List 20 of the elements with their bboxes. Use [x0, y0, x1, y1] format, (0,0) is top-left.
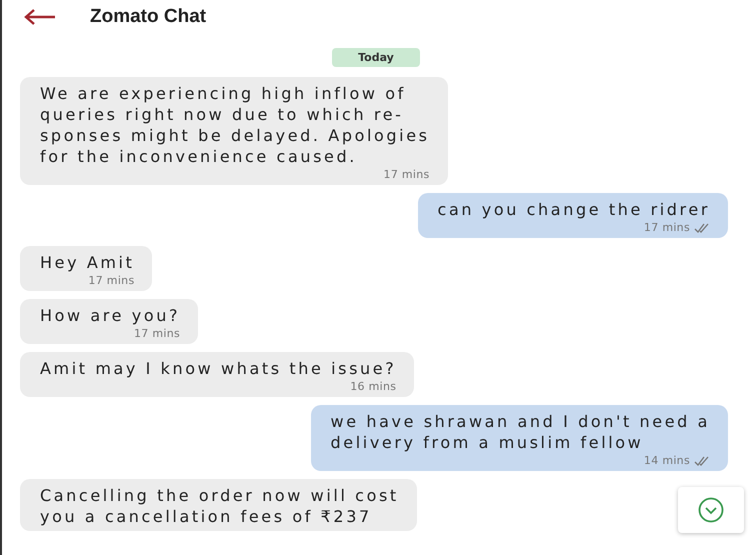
message-time: 17 mins [644, 221, 690, 234]
double-check-icon [694, 222, 710, 232]
message-text: Amit may I know whats the issue? [40, 358, 396, 379]
chevron-down-icon [698, 497, 724, 523]
message-time: 17 mins [134, 327, 180, 340]
message-text: we have shrawan and I don't need a delivery from a muslim fellow [330, 411, 710, 453]
message-time: 16 mins [350, 380, 396, 393]
message-text: Hey Amit [40, 252, 134, 273]
message-text: Cancelling the order now will cost you a cancellation fees of ₹237 [40, 485, 399, 527]
message-text: can you change the ridrer [438, 199, 710, 220]
double-check-icon [694, 456, 710, 466]
back-arrow-icon[interactable] [24, 8, 56, 26]
message-text: We are experiencing high inflow of queries right now due to which re- sponses might be delayed. Apologies for the inconvenience caused. [40, 83, 430, 167]
date-chip: Today [332, 48, 420, 67]
message-time: 14 mins [644, 454, 690, 467]
chat-title: Zomato Chat [90, 6, 206, 28]
message-time: 17 mins [384, 168, 430, 181]
message-text: How are you? [40, 305, 180, 326]
scroll-down-button[interactable] [678, 487, 744, 533]
message-time: 17 mins [88, 274, 134, 287]
